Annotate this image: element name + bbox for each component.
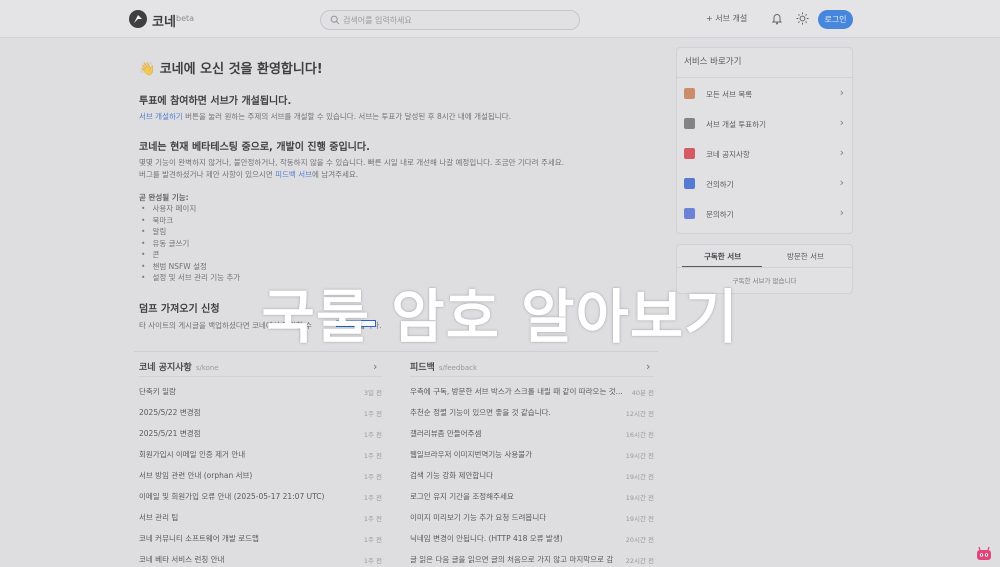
mascot-icon	[977, 546, 991, 560]
overlay-caption: 국룰 암호 알아보기	[261, 283, 739, 351]
